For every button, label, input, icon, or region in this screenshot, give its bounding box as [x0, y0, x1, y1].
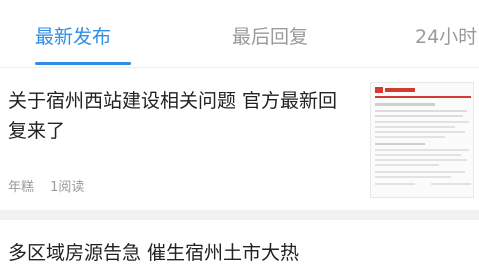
article-title: 关于宿州西站建设相关问题 官方最新回复来了 — [8, 90, 338, 142]
document-thumbnail-image — [371, 83, 473, 197]
tab-24-hours[interactable]: 24小时 — [415, 24, 477, 50]
card-divider — [0, 210, 479, 220]
article-card[interactable]: 关于宿州西站建设相关问题 官方最新回复来了 年糕 1阅读 — [0, 68, 479, 210]
article-thumbnail — [370, 82, 474, 198]
article-meta: 年糕 1阅读 — [8, 176, 84, 195]
article-card[interactable]: 多区域房源告急 催生宿州土市大热 — [0, 220, 479, 276]
active-tab-indicator — [35, 62, 131, 65]
tab-latest-posts[interactable]: 最新发布 — [35, 24, 111, 50]
article-title: 多区域房源告急 催生宿州土市大热 — [8, 242, 300, 264]
article-read-count: 1阅读 — [50, 180, 85, 195]
article-author: 年糕 — [8, 180, 35, 195]
tab-bar: 最新发布 最后回复 24小时 — [0, 0, 479, 68]
tab-latest-replies[interactable]: 最后回复 — [232, 24, 308, 50]
